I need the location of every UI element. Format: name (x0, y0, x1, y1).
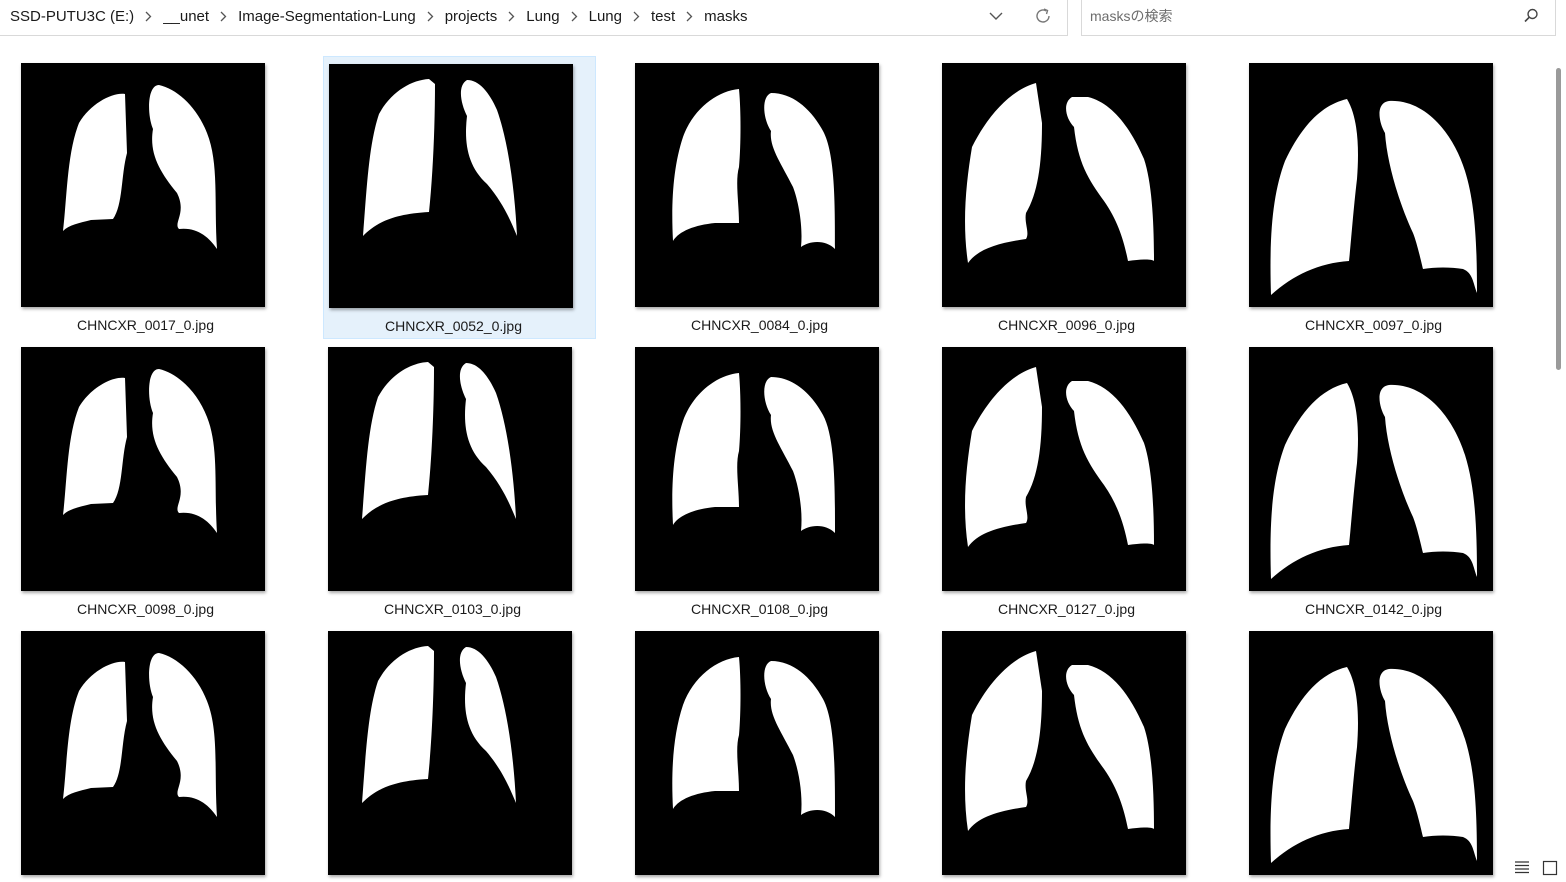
breadcrumb-item[interactable]: test (649, 8, 677, 25)
breadcrumb: SSD-PUTU3C (E:) __unet Image-Segmentation-… (8, 0, 750, 32)
file-thumbnail (21, 63, 265, 307)
file-thumbnail (1249, 631, 1493, 875)
file-name: CHNCXR_0103_0.jpg (384, 601, 521, 617)
chevron-right-icon[interactable] (499, 11, 524, 22)
breadcrumb-item[interactable]: projects (443, 8, 500, 25)
file-item[interactable] (937, 624, 1210, 882)
file-item[interactable]: CHNCXR_0108_0.jpg (630, 340, 903, 623)
file-name: CHNCXR_0084_0.jpg (691, 317, 828, 333)
file-thumbnail (635, 63, 879, 307)
file-thumbnail (635, 347, 879, 591)
file-item[interactable]: CHNCXR_0098_0.jpg (16, 340, 289, 623)
address-bar[interactable]: SSD-PUTU3C (E:) __unet Image-Segmentation-… (0, 0, 1068, 36)
file-thumbnail (942, 63, 1186, 307)
file-thumbnail (1249, 63, 1493, 307)
list-view-icon[interactable] (1514, 860, 1530, 876)
chevron-right-icon[interactable] (562, 11, 587, 22)
file-item[interactable]: CHNCXR_0017_0.jpg (16, 56, 289, 339)
file-item[interactable]: CHNCXR_0127_0.jpg (937, 340, 1210, 623)
file-thumbnail (635, 631, 879, 875)
chevron-right-icon[interactable] (677, 11, 702, 22)
chevron-right-icon[interactable] (211, 11, 236, 22)
chevron-right-icon[interactable] (418, 11, 443, 22)
file-item[interactable] (1244, 624, 1517, 882)
file-item[interactable] (323, 624, 596, 882)
breadcrumb-item[interactable]: Lung (524, 8, 561, 25)
file-item[interactable]: CHNCXR_0142_0.jpg (1244, 340, 1517, 623)
file-thumbnail (21, 631, 265, 875)
file-grid: CHNCXR_0017_0.jpg CHNCXR_0052_0.jpg CHNCXR… (0, 56, 1540, 882)
file-thumbnail (942, 347, 1186, 591)
file-thumbnail (328, 347, 572, 591)
chevron-right-icon[interactable] (624, 11, 649, 22)
file-item[interactable] (630, 624, 903, 882)
tile-view-icon[interactable] (1542, 860, 1558, 876)
file-item[interactable]: CHNCXR_0096_0.jpg (937, 56, 1210, 339)
breadcrumb-item[interactable]: Lung (587, 8, 624, 25)
vertical-scrollbar[interactable] (1552, 58, 1566, 858)
refresh-icon[interactable] (1033, 6, 1053, 26)
file-thumbnail (328, 631, 572, 875)
file-item[interactable]: CHNCXR_0084_0.jpg (630, 56, 903, 339)
chevron-right-icon[interactable] (136, 11, 161, 22)
breadcrumb-item[interactable]: SSD-PUTU3C (E:) (8, 8, 136, 25)
chevron-down-icon[interactable] (987, 7, 1005, 25)
file-item[interactable]: CHNCXR_0052_0.jpg (323, 56, 596, 339)
file-thumbnail (329, 64, 573, 308)
file-name: CHNCXR_0142_0.jpg (1305, 601, 1442, 617)
file-thumbnail (1249, 347, 1493, 591)
breadcrumb-item[interactable]: masks (702, 8, 749, 25)
file-name: CHNCXR_0108_0.jpg (691, 601, 828, 617)
file-name: CHNCXR_0096_0.jpg (998, 317, 1135, 333)
search-input[interactable] (1090, 4, 1510, 28)
breadcrumb-item[interactable]: __unet (161, 8, 211, 25)
file-item[interactable]: CHNCXR_0097_0.jpg (1244, 56, 1517, 339)
file-thumbnail (21, 347, 265, 591)
search-box[interactable] (1081, 0, 1556, 36)
file-thumbnail (942, 631, 1186, 875)
search-icon[interactable] (1522, 7, 1540, 25)
file-name: CHNCXR_0052_0.jpg (385, 318, 522, 334)
file-name: CHNCXR_0127_0.jpg (998, 601, 1135, 617)
file-item[interactable]: CHNCXR_0103_0.jpg (323, 340, 596, 623)
file-item[interactable] (16, 624, 289, 882)
file-name: CHNCXR_0098_0.jpg (77, 601, 214, 617)
file-name: CHNCXR_0097_0.jpg (1305, 317, 1442, 333)
breadcrumb-item[interactable]: Image-Segmentation-Lung (236, 8, 418, 25)
file-name: CHNCXR_0017_0.jpg (77, 317, 214, 333)
scrollbar-thumb[interactable] (1556, 68, 1561, 370)
